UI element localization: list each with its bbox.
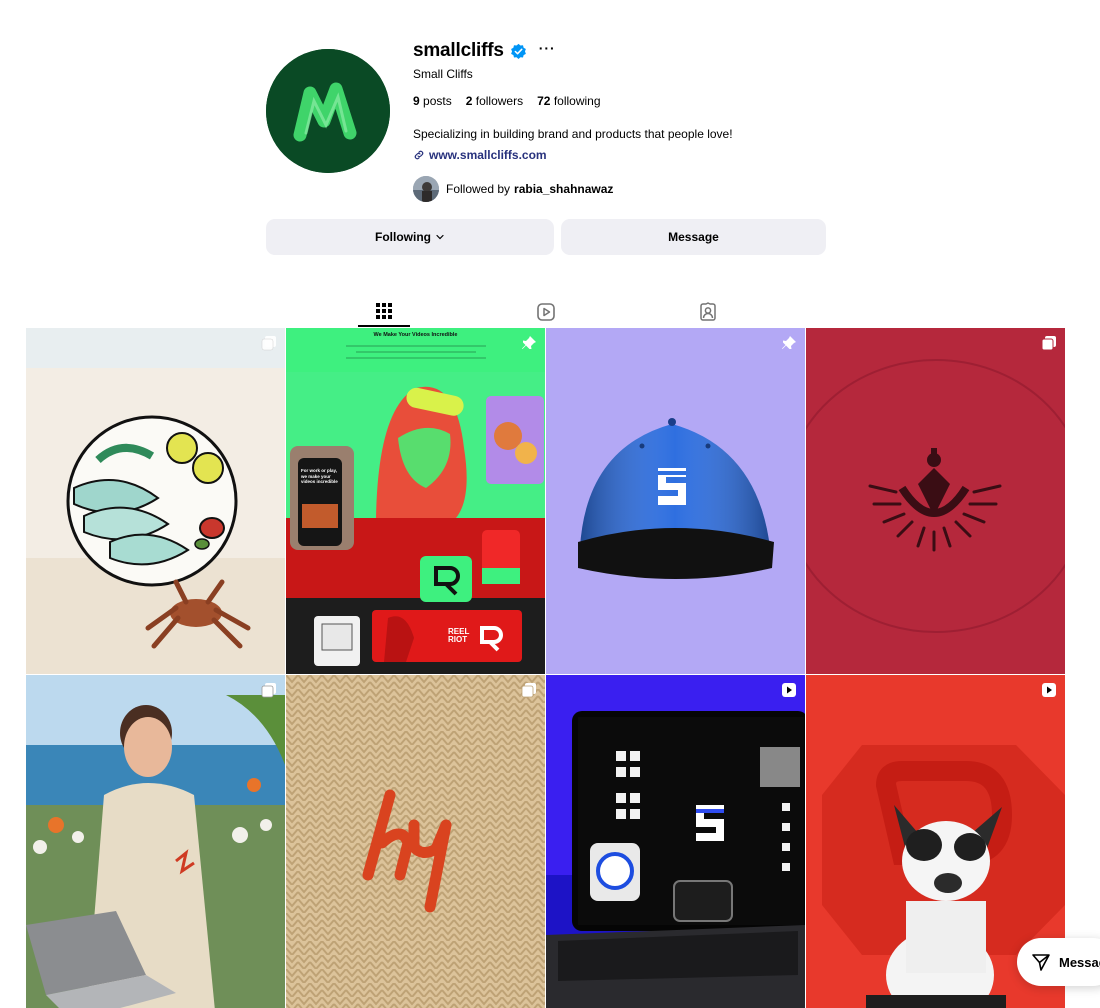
posts-grid: We Make Your Videos Incredible For work … [26,328,1066,1008]
carousel-icon [261,336,276,351]
floating-messages-button[interactable]: Messag [1017,938,1100,986]
smallcliffs-logo [266,49,390,173]
following-button-label: Following [375,230,431,244]
message-button-label: Message [668,230,719,244]
followed-by-prefix: Followed by [446,182,511,196]
reel-icon [1042,683,1056,697]
reel-riot-phone-text: For work or play, we make your videos in… [301,468,338,485]
link-icon [414,150,424,160]
profile-username: smallcliffs [413,40,504,61]
chevron-down-icon [436,234,444,240]
laptop-screen-image [546,675,805,1008]
posts-stat: 9 posts [413,94,452,108]
followed-by[interactable]: Followed by rabia_shahnawaz [413,176,833,202]
tab-posts[interactable] [358,296,410,327]
following-count: 72 [537,94,551,108]
follower-avatar [413,176,439,202]
carousel-icon [521,683,536,698]
message-button[interactable]: Message [561,219,826,255]
posts-label: posts [423,94,452,108]
post-tile-laptop-screen[interactable] [546,675,805,1008]
carousel-icon [261,683,276,698]
send-icon [1032,954,1050,971]
reel-icon [782,683,796,697]
profile-stats: 9 posts 2 followers 72 following [413,94,833,108]
website-url: www.smallcliffs.com [429,148,547,162]
tab-tagged[interactable] [682,296,734,327]
followers-stat[interactable]: 2 followers [466,94,523,108]
username-row: smallcliffs ··· [413,38,833,64]
post-tile-blue-cap[interactable] [546,328,805,674]
anchor-emblem-image [806,328,1065,674]
pin-icon [782,336,796,349]
reel-riot-card-label: REEL RIOT [448,627,470,644]
floating-messages-label: Messag [1059,954,1100,970]
profile-tabs [0,296,1100,328]
tab-reels[interactable] [520,296,572,327]
website-link[interactable]: www.smallcliffs.com [413,148,833,162]
followers-count: 2 [465,94,473,108]
fish-plate-image [26,328,285,674]
following-stat[interactable]: 72 following [537,94,600,108]
verified-badge-icon [510,43,526,59]
following-button[interactable]: Following [266,219,554,255]
post-tile-man-laptop[interactable] [26,675,285,1008]
reels-icon [537,302,555,321]
profile-avatar[interactable] [266,49,390,173]
follower-photo [413,176,439,202]
post-tile-knit-logo[interactable] [286,675,545,1008]
following-label: following [553,94,601,108]
post-tile-reel-riot[interactable]: We Make Your Videos Incredible For work … [286,328,545,674]
followers-label: followers [475,94,524,108]
more-options-button[interactable]: ··· [539,41,556,59]
pin-icon [522,336,536,349]
tagged-icon [700,301,716,321]
posts-count: 9 [413,94,420,108]
followed-by-user: rabia_shahnawaz [514,182,614,196]
post-tile-fish-plate[interactable] [26,328,285,674]
knit-logo-image [286,675,545,1008]
man-laptop-image [26,675,285,1008]
grid-icon [376,302,392,319]
profile-info: smallcliffs ··· Small Cliffs 9 posts 2 f… [413,38,833,202]
profile-bio: Specializing in building brand and produ… [413,127,733,141]
profile-full-name: Small Cliffs [413,67,473,81]
blue-cap-image [546,328,805,674]
reel-riot-headline: We Make Your Videos Incredible [373,332,458,338]
reel-riot-collage-image [286,328,545,674]
carousel-icon [1041,336,1056,351]
post-tile-anchor-emblem[interactable] [806,328,1065,674]
